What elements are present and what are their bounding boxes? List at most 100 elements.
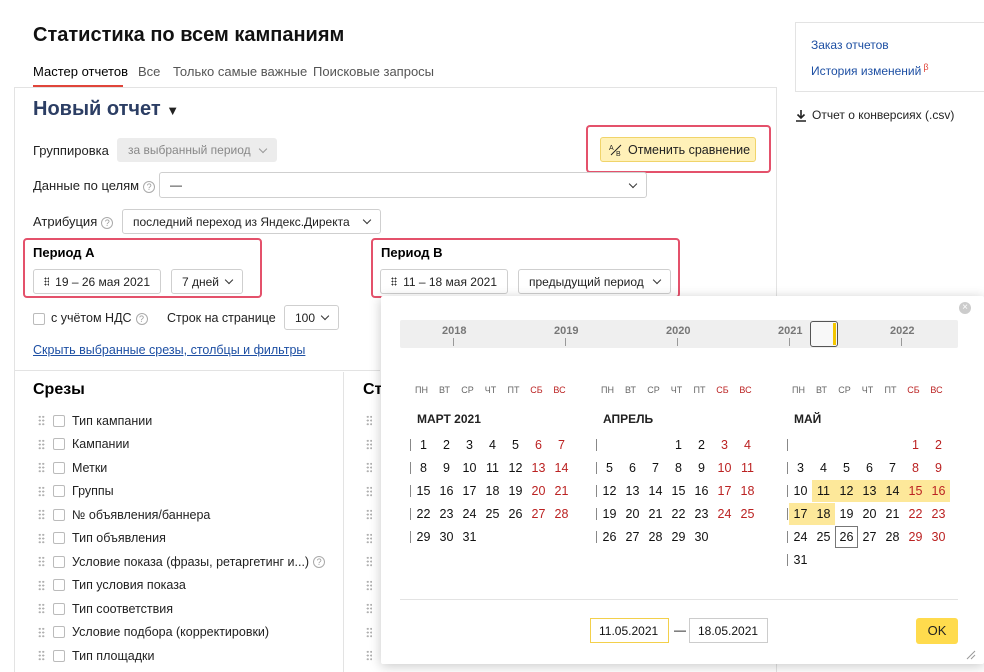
checkbox[interactable] bbox=[53, 438, 65, 451]
period-a-date-button[interactable]: 19 – 26 мая 2021 bbox=[33, 269, 161, 294]
column-item[interactable] bbox=[366, 503, 380, 527]
report-title-dropdown[interactable]: Новый отчет ▼ bbox=[33, 98, 179, 121]
week-row-marker[interactable] bbox=[787, 554, 788, 566]
calendar-day[interactable]: 1 bbox=[904, 434, 927, 456]
drag-handle-icon[interactable] bbox=[38, 509, 45, 521]
checkbox[interactable] bbox=[53, 579, 65, 592]
column-item[interactable] bbox=[366, 574, 380, 598]
calendar-day[interactable]: 3 bbox=[789, 457, 812, 479]
drag-handle-icon[interactable] bbox=[38, 626, 45, 638]
calendar-day[interactable]: 28 bbox=[881, 526, 904, 548]
calendar-day[interactable]: 8 bbox=[904, 457, 927, 479]
drag-handle-icon[interactable] bbox=[366, 415, 372, 427]
calendar-day[interactable]: 1 bbox=[412, 434, 435, 456]
calendar-day[interactable]: 13 bbox=[527, 457, 550, 479]
change-history-link[interactable]: История изменений β bbox=[811, 62, 929, 78]
week-row-marker[interactable] bbox=[596, 462, 597, 474]
resize-handle-icon[interactable] bbox=[964, 648, 976, 660]
calendar-day[interactable]: 27 bbox=[621, 526, 644, 548]
calendar-day[interactable]: 14 bbox=[644, 480, 667, 502]
column-item[interactable] bbox=[366, 597, 380, 621]
calendar-day[interactable]: 12 bbox=[835, 480, 858, 502]
calendar-day[interactable]: 8 bbox=[412, 457, 435, 479]
rows-per-page-select[interactable]: 100 bbox=[284, 305, 339, 330]
date-from-input[interactable]: 11.05.2021 bbox=[590, 618, 669, 643]
calendar-day[interactable]: 23 bbox=[435, 503, 458, 525]
slice-item[interactable]: Тип соответствия bbox=[38, 597, 338, 621]
tab-most-important[interactable]: Только самые важные bbox=[173, 64, 307, 79]
calendar-day[interactable]: 11 bbox=[736, 457, 759, 479]
calendar-day[interactable]: 12 bbox=[598, 480, 621, 502]
calendar-day[interactable]: 4 bbox=[812, 457, 835, 479]
calendar-day[interactable]: 30 bbox=[435, 526, 458, 548]
calendar-day[interactable]: 29 bbox=[904, 526, 927, 548]
vat-checkbox[interactable]: с учётом НДС? bbox=[33, 311, 148, 325]
attribution-select[interactable]: последний переход из Яндекс.Директа bbox=[122, 209, 381, 234]
drag-handle-icon[interactable] bbox=[366, 650, 372, 662]
week-row-marker[interactable] bbox=[787, 531, 788, 543]
calendar-day[interactable]: 17 bbox=[713, 480, 736, 502]
calendar-day[interactable]: 3 bbox=[458, 434, 481, 456]
week-row-marker[interactable] bbox=[410, 462, 411, 474]
column-item[interactable] bbox=[366, 621, 380, 645]
calendar-day[interactable]: 21 bbox=[644, 503, 667, 525]
column-item[interactable] bbox=[366, 433, 380, 457]
calendar-day[interactable]: 19 bbox=[598, 503, 621, 525]
slice-item[interactable]: Кампании bbox=[38, 433, 338, 457]
calendar-day[interactable]: 6 bbox=[527, 434, 550, 456]
calendar-day[interactable]: 25 bbox=[736, 503, 759, 525]
slice-item[interactable]: Тип объявления bbox=[38, 527, 338, 551]
calendar-day[interactable]: 29 bbox=[667, 526, 690, 548]
calendar-day[interactable]: 22 bbox=[667, 503, 690, 525]
week-row-marker[interactable] bbox=[787, 439, 788, 451]
calendar-day[interactable]: 15 bbox=[412, 480, 435, 502]
ok-button[interactable]: OK bbox=[916, 618, 958, 644]
calendar-day[interactable]: 31 bbox=[789, 549, 812, 571]
calendar-day[interactable]: 7 bbox=[644, 457, 667, 479]
calendar-day[interactable]: 25 bbox=[481, 503, 504, 525]
calendar-day[interactable]: 19 bbox=[504, 480, 527, 502]
calendar-day[interactable]: 14 bbox=[881, 480, 904, 502]
calendar-day[interactable]: 18 bbox=[812, 503, 835, 525]
calendar-day[interactable]: 20 bbox=[858, 503, 881, 525]
help-icon[interactable]: ? bbox=[313, 555, 326, 568]
calendar-day[interactable]: 5 bbox=[835, 457, 858, 479]
calendar-day[interactable]: 14 bbox=[550, 457, 573, 479]
help-icon[interactable]: ? bbox=[101, 216, 114, 229]
drag-handle-icon[interactable] bbox=[38, 438, 45, 450]
checkbox[interactable] bbox=[53, 485, 65, 498]
help-icon[interactable]: ? bbox=[143, 180, 156, 193]
calendar-day[interactable]: 18 bbox=[736, 480, 759, 502]
calendar-day[interactable]: 7 bbox=[550, 434, 573, 456]
calendar-day[interactable]: 21 bbox=[550, 480, 573, 502]
calendar-day[interactable]: 9 bbox=[927, 457, 950, 479]
week-row-marker[interactable] bbox=[410, 485, 411, 497]
calendar-day[interactable]: 13 bbox=[621, 480, 644, 502]
calendar-day[interactable]: 22 bbox=[412, 503, 435, 525]
calendar-day[interactable]: 6 bbox=[621, 457, 644, 479]
calendar-day[interactable]: 18 bbox=[481, 480, 504, 502]
calendar-day[interactable]: 15 bbox=[904, 480, 927, 502]
calendar-day[interactable]: 28 bbox=[550, 503, 573, 525]
slice-item[interactable]: № объявления/баннера bbox=[38, 503, 338, 527]
period-a-preset-select[interactable]: 7 дней bbox=[171, 269, 243, 294]
tab-all[interactable]: Все bbox=[138, 64, 160, 79]
order-reports-link[interactable]: Заказ отчетов bbox=[811, 38, 889, 52]
calendar-day[interactable]: 20 bbox=[621, 503, 644, 525]
calendar-day[interactable]: 22 bbox=[904, 503, 927, 525]
calendar-day[interactable]: 10 bbox=[789, 480, 812, 502]
calendar-day[interactable]: 27 bbox=[858, 526, 881, 548]
calendar-day[interactable]: 11 bbox=[812, 480, 835, 502]
slice-item[interactable]: Тип кампании bbox=[38, 409, 338, 433]
calendar-day[interactable]: 9 bbox=[690, 457, 713, 479]
slice-item[interactable]: Метки bbox=[38, 456, 338, 480]
calendar-day[interactable]: 17 bbox=[458, 480, 481, 502]
column-item[interactable] bbox=[366, 480, 380, 504]
week-row-marker[interactable] bbox=[787, 508, 788, 520]
calendar-day[interactable]: 29 bbox=[412, 526, 435, 548]
week-row-marker[interactable] bbox=[787, 462, 788, 474]
conversion-download-link[interactable]: Отчет о конверсиях (.csv) bbox=[795, 108, 954, 122]
checkbox[interactable] bbox=[53, 532, 65, 545]
calendar-day[interactable]: 5 bbox=[598, 457, 621, 479]
calendar-day[interactable]: 2 bbox=[690, 434, 713, 456]
